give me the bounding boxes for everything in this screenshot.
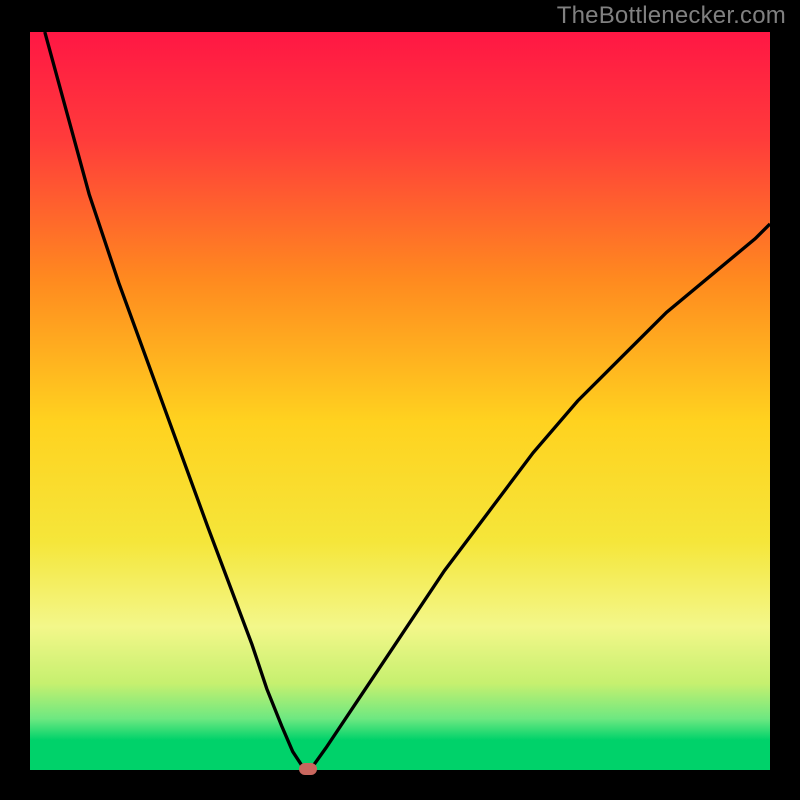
v-curve-path — [45, 32, 770, 769]
curve-svg — [30, 32, 770, 770]
plot-area — [30, 32, 770, 770]
minimum-marker — [299, 763, 317, 775]
watermark-text: TheBottlenecker.com — [557, 2, 786, 30]
chart-stage: TheBottlenecker.com — [0, 0, 800, 800]
